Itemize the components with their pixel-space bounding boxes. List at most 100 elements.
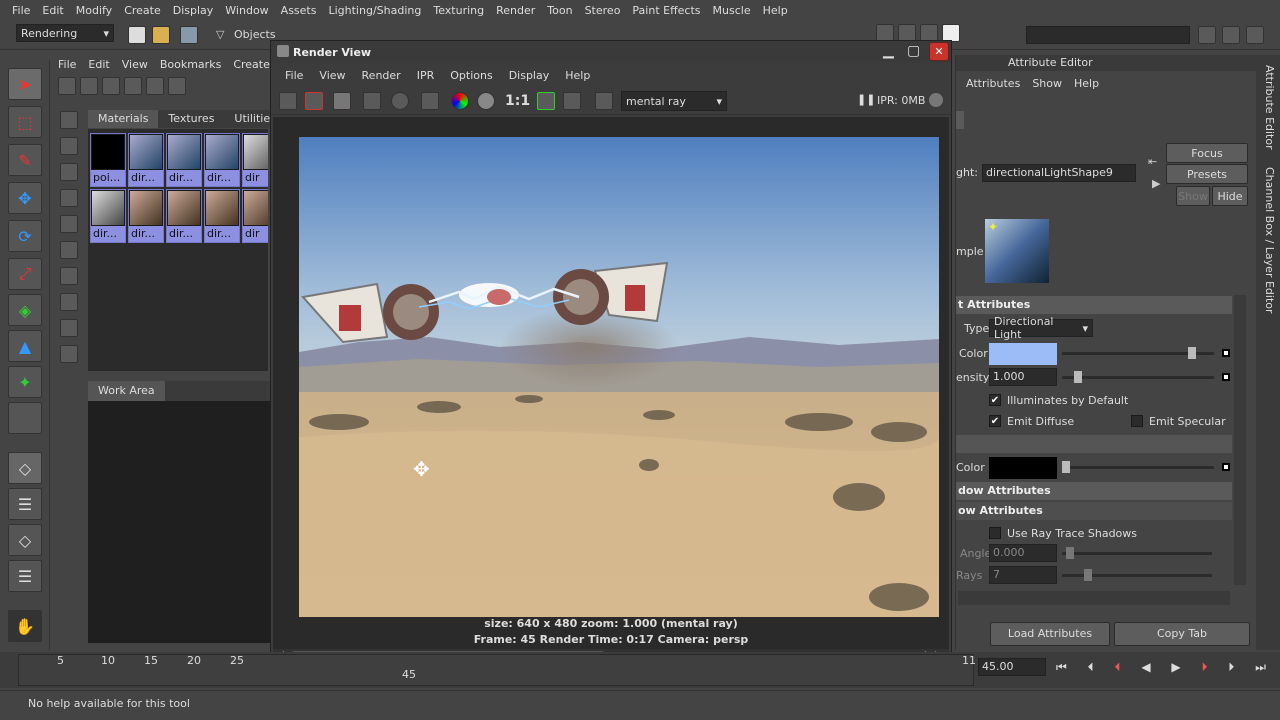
hs-swatch2-icon[interactable] (60, 189, 78, 207)
menu-modify[interactable]: Modify (70, 4, 118, 17)
section-raytrace-shadow-attributes[interactable]: ow Attributes (956, 502, 1232, 520)
color-swatch[interactable] (989, 343, 1057, 365)
step-back-frame-icon[interactable]: ⏴ (1088, 660, 1094, 675)
ipr-render-icon[interactable] (363, 92, 381, 110)
rays-slider-handle[interactable] (1084, 569, 1092, 581)
outliner-layout-icon[interactable]: ☰ (8, 488, 42, 520)
intensity-map-button-icon[interactable] (1222, 373, 1230, 381)
channel-box-toggle-icon[interactable] (1246, 26, 1264, 44)
renderer-dropdown[interactable]: mental ray ▾ (621, 91, 727, 111)
hs-layout-icon[interactable] (58, 77, 76, 95)
light-name-field[interactable]: directionalLightShape9 (982, 164, 1136, 182)
hs-clear-graph-icon[interactable] (146, 77, 164, 95)
shadow-color-swatch[interactable] (989, 457, 1057, 479)
tool-settings-toggle-icon[interactable] (1222, 26, 1240, 44)
show-manipulator-icon[interactable]: ✦ (8, 366, 42, 398)
swatch-directional-light[interactable]: dir... (166, 133, 202, 187)
display-settings-icon[interactable] (595, 92, 613, 110)
swatch-directional-light[interactable]: dir... (128, 133, 164, 187)
hs-menu-bookmarks[interactable]: Bookmarks (154, 58, 227, 71)
hs-sort3-icon[interactable] (60, 319, 78, 337)
swatch-directional-light[interactable]: dir... (204, 133, 240, 187)
play-backwards-icon[interactable]: ◀ (1141, 660, 1150, 675)
intensity-slider-handle[interactable] (1074, 371, 1082, 383)
menu-muscle[interactable]: Muscle (707, 4, 757, 17)
intensity-field[interactable]: 1.000 (989, 368, 1057, 386)
scale-tool-icon[interactable]: ⤢ (8, 258, 42, 290)
use-raytrace-row[interactable]: Use Ray Trace Shadows (989, 523, 1137, 543)
menu-display[interactable]: Display (167, 4, 220, 17)
hs-sort2-icon[interactable] (60, 293, 78, 311)
open-scene-icon[interactable] (152, 26, 170, 44)
hs-sphere-icon[interactable] (60, 111, 78, 129)
rv-menu-help[interactable]: Help (557, 69, 598, 82)
rays-field[interactable]: 7 (989, 566, 1057, 584)
menu-help[interactable]: Help (757, 4, 794, 17)
ae-vertical-scrollbar[interactable] (1234, 295, 1246, 585)
emit-specular-row[interactable]: Emit Specular (1131, 411, 1226, 431)
rv-menu-view[interactable]: View (311, 69, 353, 82)
play-forwards-icon[interactable]: ▶ (1171, 660, 1180, 675)
swatch-directional-light[interactable]: dir... (128, 189, 164, 243)
real-size-button[interactable]: 1:1 (505, 93, 530, 109)
persp-graph-layout-icon[interactable]: ◇ (8, 524, 42, 556)
ae-menu-show[interactable]: Show (1026, 77, 1068, 95)
illuminates-default-row[interactable]: ✔ Illuminates by Default (989, 390, 1128, 410)
universal-manipulator-icon[interactable]: ◈ (8, 294, 42, 326)
step-forward-key-icon[interactable]: ⏵ (1201, 660, 1207, 675)
save-scene-icon[interactable] (180, 26, 198, 44)
go-to-start-icon[interactable]: ⏮ (1056, 660, 1067, 675)
swatch-directional-light[interactable]: dir (242, 189, 268, 243)
menu-paint-effects[interactable]: Paint Effects (626, 4, 706, 17)
swatch-directional-light[interactable]: dir... (204, 189, 240, 243)
pause-ipr-icon[interactable]: ❚❚ (857, 93, 875, 106)
swatch-directional-light[interactable]: dir... (166, 189, 202, 243)
paint-select-tool-icon[interactable]: ✎ (8, 144, 42, 176)
show-button[interactable]: Show (1176, 186, 1210, 206)
menu-lighting-shading[interactable]: Lighting/Shading (322, 4, 427, 17)
redo-render-icon[interactable] (279, 92, 297, 110)
ipr-region-icon[interactable] (421, 92, 439, 110)
go-to-end-icon[interactable]: ⏭ (1255, 660, 1266, 675)
checkbox-empty-icon[interactable] (989, 527, 1001, 539)
step-back-key-icon[interactable]: ⏴ (1114, 660, 1120, 675)
rv-menu-render[interactable]: Render (354, 69, 409, 82)
menu-toon[interactable]: Toon (541, 4, 578, 17)
ae-node-tab[interactable] (956, 111, 964, 129)
rv-menu-ipr[interactable]: IPR (409, 69, 443, 82)
lasso-tool-icon[interactable]: ⬚ (8, 106, 42, 138)
section-shadow-attributes[interactable]: dow Attributes (956, 482, 1232, 500)
hs-swatch-icon[interactable] (60, 163, 78, 181)
tab-work-area[interactable]: Work Area (88, 381, 165, 401)
shadow-color-slider-handle[interactable] (1062, 461, 1070, 473)
current-frame-field[interactable]: 45.00 (978, 658, 1046, 676)
hs-menu-create[interactable]: Create (227, 58, 276, 71)
load-attributes-button[interactable]: Load Attributes (990, 622, 1110, 646)
render-view-title-bar[interactable]: Render View (271, 41, 951, 63)
copy-tab-button[interactable]: Copy Tab (1114, 622, 1250, 646)
rv-menu-options[interactable]: Options (442, 69, 500, 82)
tab-textures[interactable]: Textures (158, 110, 224, 128)
work-area-canvas[interactable] (88, 401, 270, 643)
new-scene-icon[interactable] (128, 26, 146, 44)
keep-image-icon[interactable] (537, 92, 555, 110)
light-type-dropdown[interactable]: Directional Light ▾ (989, 315, 1093, 341)
hs-menu-edit[interactable]: Edit (82, 58, 115, 71)
rgb-channel-icon[interactable] (451, 92, 469, 110)
ae-menu-help[interactable]: Help (1068, 77, 1105, 95)
tab-materials[interactable]: Materials (88, 110, 159, 128)
select-tool-icon[interactable]: ➤ (8, 68, 42, 100)
hypershade-layout-icon[interactable]: ☰ (8, 560, 42, 592)
minimize-icon[interactable]: ▁ (883, 43, 894, 59)
hs-sort4-icon[interactable] (60, 345, 78, 363)
last-tool-icon[interactable] (8, 402, 42, 434)
attribute-editor-toggle-icon[interactable] (1198, 26, 1216, 44)
command-line-field[interactable] (1026, 26, 1190, 44)
angle-field[interactable]: 0.000 (989, 544, 1057, 562)
emit-diffuse-row[interactable]: ✔ Emit Diffuse (989, 411, 1074, 431)
checkbox-empty-icon[interactable] (1131, 415, 1143, 427)
maximize-icon[interactable]: ▢ (907, 43, 920, 59)
time-slider[interactable]: 5 10 15 20 25 45 11 45.00 ⏮ ⏴ ⏴ ◀ ▶ ⏵ ⏵ … (0, 652, 1280, 688)
remove-image-icon[interactable] (563, 92, 581, 110)
move-tool-icon[interactable]: ✥ (8, 182, 42, 214)
